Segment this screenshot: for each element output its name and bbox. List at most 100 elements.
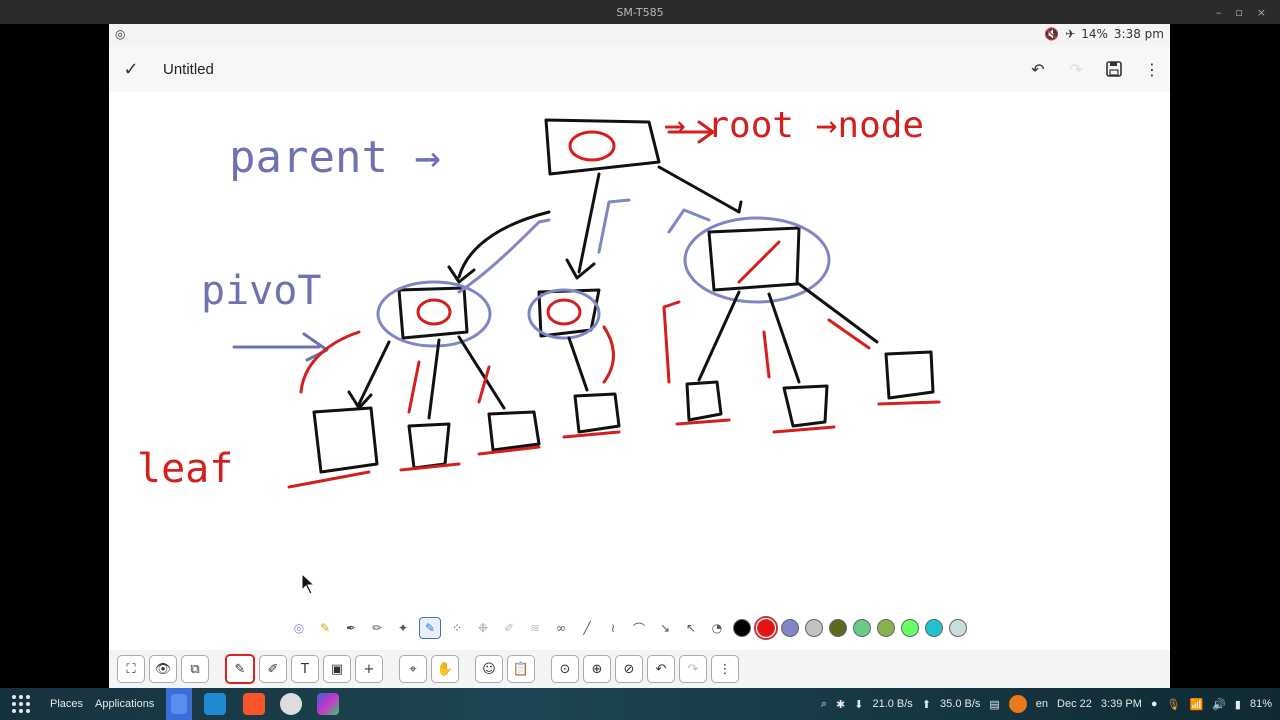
root-left-edge <box>447 210 551 284</box>
app-grid-icon[interactable] <box>10 688 32 720</box>
done-check-icon[interactable]: ✓ <box>109 59 153 80</box>
close-button[interactable]: × <box>1257 6 1266 19</box>
leaf-box-5 <box>685 380 723 422</box>
app-icon-5[interactable] <box>317 688 339 720</box>
toolbar-redo-icon[interactable]: ↷ <box>679 655 707 683</box>
color-picker-icon[interactable]: ◔ <box>707 618 727 638</box>
edge-leaf-7 <box>797 282 879 344</box>
more-options-icon[interactable]: ⋮ <box>1142 59 1162 79</box>
dotted-pen-icon[interactable]: ⁘ <box>447 618 467 638</box>
toolbar-more-icon[interactable]: ⋮ <box>711 655 739 683</box>
highlighter-icon[interactable]: ✎ <box>315 618 335 638</box>
pencil-faint-icon[interactable]: ≋ <box>525 618 545 638</box>
ruler-icon[interactable]: ⊘ <box>615 655 643 683</box>
edge-leaf-2 <box>427 338 441 420</box>
drawing-canvas[interactable]: parent → → root →node pivoT leaf <box>109 92 1170 612</box>
applications-menu[interactable]: Applications <box>95 688 154 720</box>
pen-selected-icon[interactable]: ✎ <box>419 617 441 639</box>
volume-icon[interactable]: 🔊 <box>1212 698 1226 711</box>
search-icon[interactable]: ⌕ <box>821 698 827 711</box>
color-swatch-teal[interactable] <box>925 619 943 637</box>
root-middle-edge <box>565 172 601 280</box>
leaf-box-3 <box>487 410 541 452</box>
undo-icon[interactable]: ↶ <box>1028 59 1048 79</box>
edge-leaf-4 <box>567 336 589 392</box>
red-arrow-7 <box>827 318 871 350</box>
airbrush-icon[interactable]: ❉ <box>473 618 493 638</box>
window-title: SM-T585 <box>616 5 664 19</box>
emoji-icon[interactable]: ☺ <box>475 655 503 683</box>
vscode-icon[interactable] <box>204 688 226 720</box>
color-swatch-lavender[interactable] <box>781 619 799 637</box>
clipboard-tray-icon[interactable]: ▤ <box>989 698 999 711</box>
color-swatch-gray[interactable] <box>805 619 823 637</box>
clipboard-icon[interactable]: 📋 <box>507 655 535 683</box>
places-menu[interactable]: Places <box>50 688 83 720</box>
arrow-icon[interactable]: ↘ <box>655 618 675 638</box>
battery-percent: 81% <box>1249 698 1272 710</box>
edge-leaf-6 <box>767 292 801 384</box>
leaf-underlines <box>287 400 941 489</box>
color-swatch-lightgreen[interactable] <box>901 619 919 637</box>
battery-level: 14% <box>1081 27 1108 41</box>
view-icon[interactable]: 👁 <box>149 655 177 683</box>
app-bar: ✓ Untitled ↶ ↷ ⋮ <box>109 46 1170 92</box>
battery-icon[interactable]: ▮ <box>1235 698 1241 711</box>
pencil-light-icon[interactable]: ✐ <box>499 618 519 638</box>
language-indicator[interactable]: en <box>1036 698 1048 710</box>
text-tool-icon[interactable]: T <box>291 655 319 683</box>
microphone-icon[interactable]: 🎙 <box>1167 698 1181 711</box>
brave-icon[interactable] <box>243 688 265 720</box>
color-swatch-red[interactable] <box>754 616 778 640</box>
curve-icon[interactable]: ⌒ <box>629 618 649 638</box>
extension-icon[interactable]: ✱ <box>836 698 845 711</box>
redo-icon[interactable]: ↷ <box>1066 59 1086 79</box>
fullscreen-icon[interactable]: ⛶ <box>117 655 145 683</box>
net-up-speed: 35.0 B/s <box>940 698 981 710</box>
tray-app-icon[interactable] <box>1008 695 1027 713</box>
leaf-box-6 <box>782 384 829 428</box>
add-icon[interactable]: + <box>355 655 383 683</box>
color-swatch-yellowgreen[interactable] <box>877 619 895 637</box>
pivot-arrow <box>232 332 329 362</box>
zoom-in-icon[interactable]: ⊕ <box>583 655 611 683</box>
toolbar-undo-icon[interactable]: ↶ <box>647 655 675 683</box>
marker-icon[interactable]: ✏ <box>367 618 387 638</box>
device-screen: ◎ 🔇 ✈ 14% 3:38 pm ✓ Untitled ↶ ↷ ⋮ paren… <box>109 24 1170 688</box>
red-arrow-6 <box>762 330 771 379</box>
handwritten-pivot: pivoT <box>201 268 321 314</box>
wifi-icon[interactable]: 📶 <box>1190 698 1204 711</box>
color-swatch-black[interactable] <box>733 619 751 637</box>
small-arrow-icon[interactable]: ↖ <box>681 618 701 638</box>
color-swatch-pale[interactable] <box>949 619 967 637</box>
hand-icon[interactable]: ✋ <box>431 655 459 683</box>
layers-icon[interactable]: ⧉ <box>181 655 209 683</box>
taskbar-date[interactable]: Dec 22 <box>1057 698 1092 710</box>
middle-child-mark <box>546 298 582 326</box>
pen-tool-icon[interactable]: ✎ <box>225 654 255 684</box>
zoom-fit-icon[interactable]: ⊙ <box>551 655 579 683</box>
note-title[interactable]: Untitled <box>163 61 214 78</box>
line-icon[interactable]: ╱ <box>577 618 597 638</box>
color-swatch-mint[interactable] <box>853 619 871 637</box>
calligraphy-icon[interactable]: ✦ <box>393 618 413 638</box>
save-icon[interactable] <box>1104 59 1124 79</box>
color-swatch-olive[interactable] <box>829 619 847 637</box>
taskbar-time[interactable]: 3:39 PM <box>1101 698 1142 710</box>
pen-ring-icon[interactable]: ◎ <box>289 618 309 638</box>
blue-edge-middle <box>597 198 631 254</box>
red-arrow-1 <box>299 330 361 394</box>
chain-icon[interactable]: ∞ <box>551 618 571 638</box>
net-down-speed: 21.0 B/s <box>872 698 913 710</box>
fountain-pen-icon[interactable]: ✒ <box>341 618 361 638</box>
mouse-pointer-icon <box>301 572 316 595</box>
zigzag-icon[interactable]: ≀ <box>603 618 623 638</box>
eraser-icon[interactable]: ✐ <box>259 655 287 683</box>
image-icon[interactable]: ▣ <box>323 655 351 683</box>
files-app-icon[interactable] <box>166 688 192 720</box>
minimize-button[interactable]: – <box>1216 6 1222 19</box>
window-titlebar: SM-T585 – ▫ × <box>0 0 1280 24</box>
lasso-icon[interactable]: ⌖ <box>399 655 427 683</box>
app-icon-4[interactable] <box>280 688 302 720</box>
maximize-button[interactable]: ▫ <box>1235 6 1242 19</box>
